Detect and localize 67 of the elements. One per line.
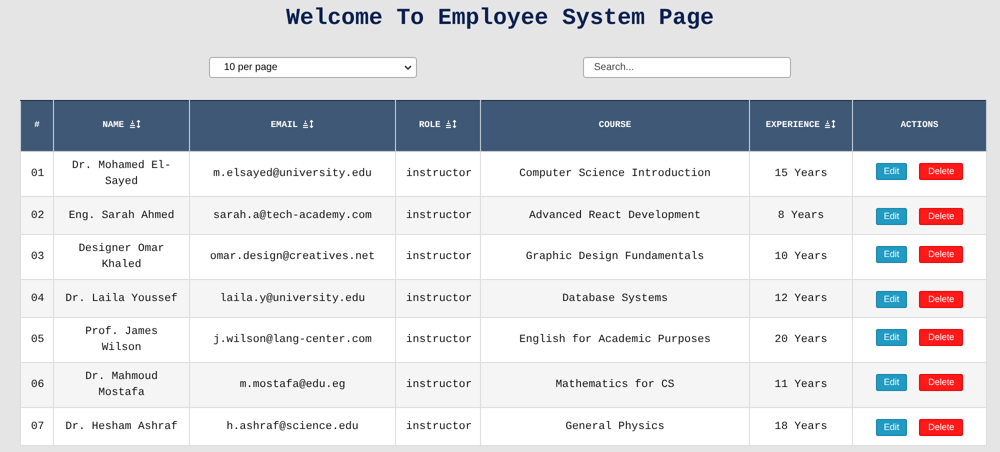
row-number: 05 xyxy=(31,334,44,346)
course-name: Mathematics for CS xyxy=(556,379,674,391)
employee-role: instructor xyxy=(406,292,472,304)
delete-button[interactable]: Delete xyxy=(919,329,964,346)
row-number: 02 xyxy=(31,210,44,222)
edit-button[interactable]: Edit xyxy=(876,374,908,391)
row-number: 03 xyxy=(31,251,44,263)
delete-button[interactable]: Delete xyxy=(919,419,964,436)
employee-email: laila.y@university.edu xyxy=(220,292,366,304)
employee-name: Prof. James Wilson xyxy=(85,326,158,354)
delete-button[interactable]: Delete xyxy=(919,291,964,308)
edit-button[interactable]: Edit xyxy=(876,291,908,308)
delete-button[interactable]: Delete xyxy=(919,163,964,180)
course-name: English for Academic Purposes xyxy=(519,334,711,346)
employee-role: instructor xyxy=(406,168,472,180)
course-name: Computer Science Introduction xyxy=(519,168,711,180)
search-field[interactable]: Search... xyxy=(583,57,791,78)
sort-icon xyxy=(303,120,314,128)
employee-name: Dr. Mahmoud Mostafa xyxy=(85,371,158,399)
course-name: Database Systems xyxy=(562,292,668,304)
edit-button[interactable]: Edit xyxy=(876,246,908,263)
chevron-down-icon xyxy=(404,64,412,70)
row-number: 04 xyxy=(31,292,44,304)
experience-years: 10 Years xyxy=(774,251,828,263)
employee-name: Dr. Hesham Ashraf xyxy=(65,420,178,432)
experience-years: 18 Years xyxy=(774,420,828,432)
row-number: 07 xyxy=(31,420,44,432)
employee-email: m.mostafa@edu.eg xyxy=(240,379,346,391)
employee-role: instructor xyxy=(406,420,472,432)
employee-email: sarah.a@tech-academy.com xyxy=(213,210,372,222)
experience-years: 12 Years xyxy=(774,292,828,304)
row-number: 06 xyxy=(31,379,44,391)
employee-email: j.wilson@lang-center.com xyxy=(213,334,372,346)
sort-icon xyxy=(130,120,140,128)
delete-button[interactable]: Delete xyxy=(919,246,964,263)
edit-button[interactable]: Edit xyxy=(876,329,908,346)
employee-name: Designer Omar Khaled xyxy=(78,243,164,271)
employee-name: Dr. Laila Youssef xyxy=(65,292,178,304)
edit-button[interactable]: Edit xyxy=(876,208,908,225)
employee-name: Dr. Mohamed El-Sayed xyxy=(72,160,172,188)
page-size-select[interactable]: 10 per page xyxy=(209,57,417,78)
employee-role: instructor xyxy=(406,210,472,222)
experience-years: 11 Years xyxy=(774,379,828,391)
row-number: 01 xyxy=(31,168,44,180)
employee-email: m.elsayed@university.edu xyxy=(213,168,372,180)
delete-button[interactable]: Delete xyxy=(919,208,964,225)
column-header: COURSE xyxy=(480,100,750,152)
sort-icon xyxy=(446,120,457,128)
course-name: General Physics xyxy=(565,420,665,432)
experience-years: 8 Years xyxy=(778,210,824,222)
course-name: Advanced React Development xyxy=(529,210,701,222)
experience-years: 20 Years xyxy=(774,334,828,346)
column-header: # xyxy=(20,100,54,152)
experience-years: 15 Years xyxy=(774,168,828,180)
employee-role: instructor xyxy=(406,334,472,346)
sortable-column-header[interactable]: EMAIL xyxy=(190,100,396,152)
edit-button[interactable]: Edit xyxy=(876,419,908,436)
employee-email: h.ashraf@science.edu xyxy=(226,420,359,432)
employee-name: Eng. Sarah Ahmed xyxy=(68,210,174,222)
employee-email: omar.design@creatives.net xyxy=(210,251,376,263)
edit-button[interactable]: Edit xyxy=(876,163,908,180)
delete-button[interactable]: Delete xyxy=(919,374,964,391)
course-name: Graphic Design Fundamentals xyxy=(526,251,704,263)
page-title: Welcome To Employee System Page xyxy=(286,4,714,32)
sort-icon xyxy=(825,120,836,128)
employee-role: instructor xyxy=(406,379,472,391)
employee-role: instructor xyxy=(406,251,472,263)
